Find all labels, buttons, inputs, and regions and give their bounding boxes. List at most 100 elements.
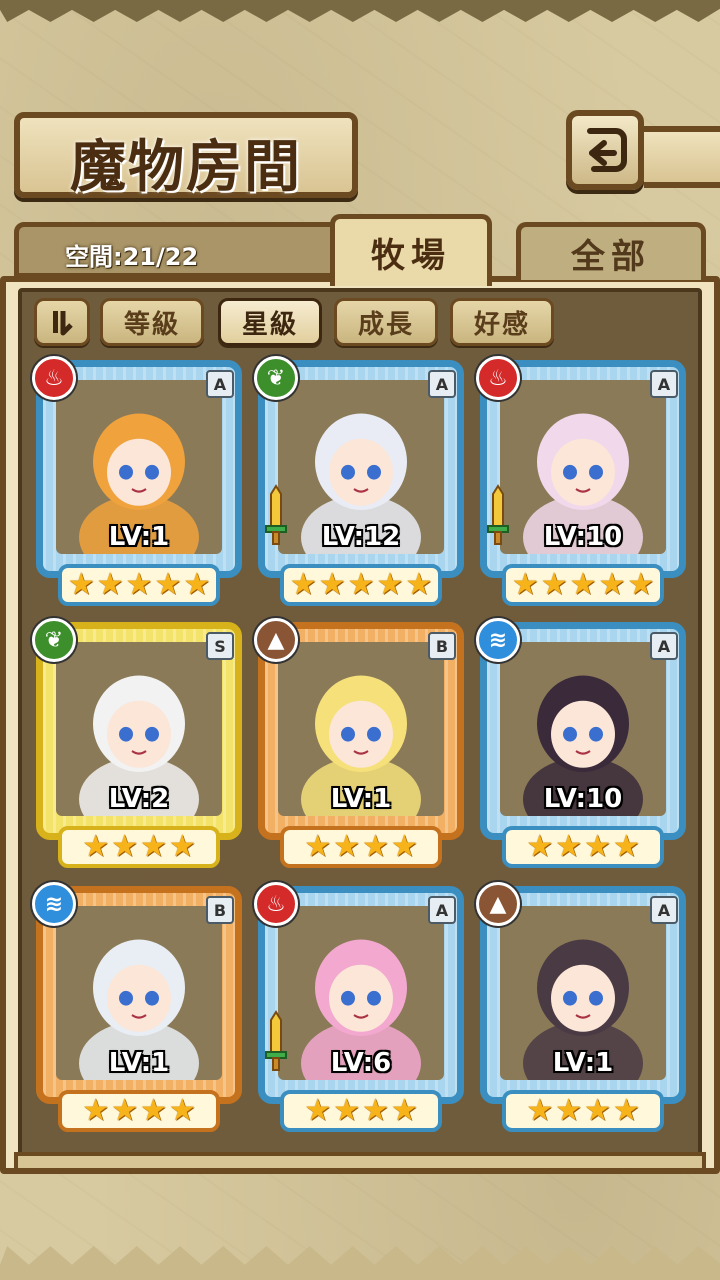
monster-card[interactable]: ♨ A LV:6 ★ ★ ★ ★ xyxy=(254,882,464,1134)
rank-badge: A xyxy=(206,370,234,398)
leaf-icon: ❦ xyxy=(32,618,76,662)
star-icon: ★ xyxy=(304,1093,332,1128)
monster-card[interactable]: ≋ B LV:1 ★ ★ ★ ★ xyxy=(32,882,242,1134)
star-icon: ★ xyxy=(627,567,655,602)
star-icon: ★ xyxy=(140,1093,167,1128)
monster-card[interactable]: ≋ A LV:10 ★ ★ ★ ★ xyxy=(476,618,686,870)
rank-badge: A xyxy=(428,370,456,398)
star-icon: ★ xyxy=(67,567,95,602)
star-icon: ★ xyxy=(584,829,611,864)
rank-badge: B xyxy=(428,632,456,660)
star-icon: ★ xyxy=(333,829,360,864)
star-icon: ★ xyxy=(555,1093,582,1128)
star-icon: ★ xyxy=(598,567,626,602)
star-icon: ★ xyxy=(304,829,332,864)
star-icon: ★ xyxy=(511,567,539,602)
rank-badge: B xyxy=(206,896,234,924)
star-icon: ★ xyxy=(526,829,554,864)
star-icon: ★ xyxy=(362,829,389,864)
sort-by-affection-button[interactable]: 好感 xyxy=(450,298,554,346)
star-icon: ★ xyxy=(125,567,153,602)
title-plate: 魔物房間 xyxy=(14,112,358,200)
star-icon: ★ xyxy=(540,567,568,602)
monster-card[interactable]: ♨ A LV:10 ★ ★ ★ ★ ★ xyxy=(476,356,686,608)
fire-icon: ♨ xyxy=(254,882,298,926)
level-label: LV:1 xyxy=(108,522,170,552)
star-icon: ★ xyxy=(111,1093,138,1128)
star-icon: ★ xyxy=(318,567,346,602)
star-icon: ★ xyxy=(96,567,124,602)
monster-card[interactable]: ♨ A LV:1 ★ ★ ★ ★ ★ xyxy=(32,356,242,608)
star-icon: ★ xyxy=(362,1093,389,1128)
star-rating: ★ ★ ★ ★ ★ xyxy=(58,564,220,606)
monster-card[interactable]: ▲ B LV:1 ★ ★ ★ ★ xyxy=(254,618,464,870)
star-rating: ★ ★ ★ ★ ★ xyxy=(280,564,442,606)
star-icon: ★ xyxy=(390,829,418,864)
star-icon: ★ xyxy=(82,1093,110,1128)
level-label: LV:10 xyxy=(543,522,623,552)
level-label: LV:10 xyxy=(543,784,623,814)
star-icon: ★ xyxy=(612,829,640,864)
leaf-icon: ❦ xyxy=(254,356,298,400)
rank-badge: A xyxy=(428,896,456,924)
star-rating: ★ ★ ★ ★ xyxy=(58,1090,220,1132)
star-rating: ★ ★ ★ ★ xyxy=(58,826,220,868)
star-icon: ★ xyxy=(376,567,404,602)
sort-order-toggle[interactable] xyxy=(34,298,90,346)
sort-by-growth-button[interactable]: 成長 xyxy=(334,298,438,346)
star-icon: ★ xyxy=(612,1093,640,1128)
rank-badge: A xyxy=(650,370,678,398)
monster-card[interactable]: ❦ A LV:12 ★ ★ ★ ★ ★ xyxy=(254,356,464,608)
star-icon: ★ xyxy=(154,567,182,602)
level-label: LV:12 xyxy=(321,522,401,552)
capacity-label: 空間:21/22 xyxy=(65,243,199,271)
star-icon: ★ xyxy=(405,567,433,602)
star-rating: ★ ★ ★ ★ xyxy=(280,1090,442,1132)
sort-order-icon xyxy=(53,311,73,336)
fire-icon: ♨ xyxy=(476,356,520,400)
sort-by-star-button[interactable]: 星級 xyxy=(218,298,322,346)
back-button-rail xyxy=(644,126,720,188)
star-icon: ★ xyxy=(168,829,196,864)
star-icon: ★ xyxy=(111,829,138,864)
sort-by-level-button[interactable]: 等級 xyxy=(100,298,204,346)
star-rating: ★ ★ ★ ★ xyxy=(502,826,664,868)
level-label: LV:1 xyxy=(330,784,392,814)
bottom-rail xyxy=(14,1152,706,1172)
star-icon: ★ xyxy=(347,567,375,602)
level-label: LV:1 xyxy=(108,1048,170,1078)
star-icon: ★ xyxy=(183,567,211,602)
capacity-bar: 空間:21/22 xyxy=(14,222,344,278)
page-title: 魔物房間 xyxy=(70,134,302,200)
water-icon: ≋ xyxy=(32,882,76,926)
star-rating: ★ ★ ★ ★ xyxy=(280,826,442,868)
star-icon: ★ xyxy=(569,567,597,602)
star-icon: ★ xyxy=(526,1093,554,1128)
tab-ranch[interactable]: 牧場 xyxy=(330,214,492,286)
star-icon: ★ xyxy=(168,1093,196,1128)
level-label: LV:1 xyxy=(552,1048,614,1078)
back-button[interactable] xyxy=(566,110,644,190)
fire-icon: ♨ xyxy=(32,356,76,400)
earth-icon: ▲ xyxy=(476,882,520,926)
rank-badge: S xyxy=(206,632,234,660)
star-icon: ★ xyxy=(584,1093,611,1128)
star-icon: ★ xyxy=(82,829,110,864)
water-icon: ≋ xyxy=(476,618,520,662)
star-icon: ★ xyxy=(333,1093,360,1128)
rank-badge: A xyxy=(650,632,678,660)
star-icon: ★ xyxy=(555,829,582,864)
star-rating: ★ ★ ★ ★ ★ xyxy=(502,564,664,606)
rank-badge: A xyxy=(650,896,678,924)
star-rating: ★ ★ ★ ★ xyxy=(502,1090,664,1132)
level-label: LV:6 xyxy=(330,1048,392,1078)
back-arrow-icon xyxy=(587,128,627,172)
level-label: LV:2 xyxy=(108,784,170,814)
monster-card[interactable]: ▲ A LV:1 ★ ★ ★ ★ xyxy=(476,882,686,1134)
tab-all[interactable]: 全部 xyxy=(516,222,706,280)
star-icon: ★ xyxy=(289,567,317,602)
earth-icon: ▲ xyxy=(254,618,298,662)
star-icon: ★ xyxy=(390,1093,418,1128)
star-icon: ★ xyxy=(140,829,167,864)
monster-card[interactable]: ❦ S LV:2 ★ ★ ★ ★ xyxy=(32,618,242,870)
